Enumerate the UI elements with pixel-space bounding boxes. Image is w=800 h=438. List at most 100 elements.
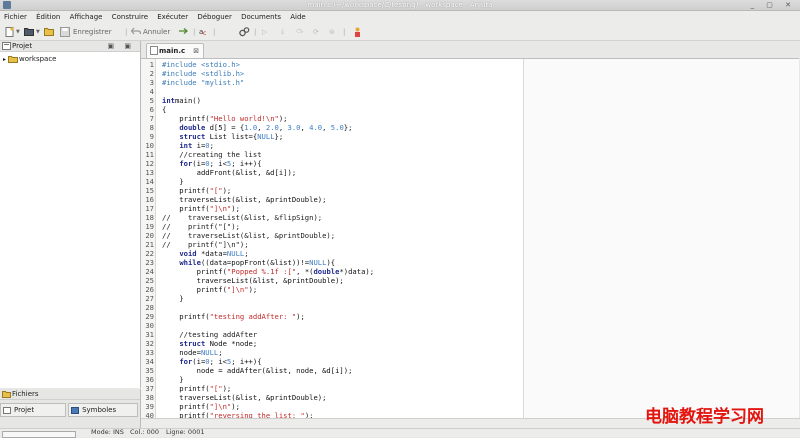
line-number: 27 [145,294,154,303]
find-replace-button[interactable]: ac [199,26,209,37]
menu-executer[interactable]: Exécuter [153,11,191,22]
play-icon: ▷ [262,27,268,36]
line-number: 39 [145,402,154,411]
code-line: node=NULL; [162,348,223,357]
run-to-button[interactable]: ⊜ [329,26,335,37]
code-line: } [162,177,184,186]
undo-icon [131,27,141,35]
redo-icon [179,28,188,34]
separator: | [254,27,257,36]
folder-open-icon [24,28,34,36]
file-icon [150,46,158,55]
code-line: void *data=NULL; [179,249,249,258]
tab-main-c[interactable]: main.c ⊠ [146,43,204,58]
right-margin-area [524,59,799,419]
menu-aide[interactable]: Aide [286,11,308,22]
code-line: #include <stdio.h> [162,60,240,69]
code-line: while((data=popFront(&list))!=NULL){ [179,258,336,267]
gears-icon [239,26,250,36]
code-line: } [162,294,184,303]
expander-icon[interactable]: ▸ [3,56,6,63]
line-number: 28 [145,303,154,312]
line-number: 33 [145,348,154,357]
line-number: 20 [145,231,154,240]
jump-button[interactable] [353,26,362,37]
files-panel-header[interactable]: Fichiers [0,389,140,400]
line-number: 4 [149,87,154,96]
line-number: 35 [145,366,154,375]
code-line: double d[5] = {1.0, 2.0, 3.0, 4.0, 5.0}; [179,123,353,132]
status-line: Ligne: 0001 [166,428,205,436]
menu-bar: Fichier Édition Affichage Construire Exé… [0,11,800,23]
progress-bar [2,431,76,438]
line-number: 32 [145,339,154,348]
build-button[interactable] [239,26,250,37]
editor-area: main.c ⊠ 1 #include <stdio.h> 2 #include <s… [141,41,800,429]
line-number: 1 [149,60,154,69]
code-line: node = addAfter(&list, node, &d[i]); [162,366,353,375]
code-line: traverseList(&list, &printDouble); [162,393,327,402]
line-number: 25 [145,276,154,285]
menu-fichier[interactable]: Fichier [0,11,30,22]
open-button[interactable]: ▼ [24,26,40,37]
separator: | [193,27,196,36]
undo-label: Annuler [143,27,171,36]
code-line: int i=0; [179,141,214,150]
watermark: 电脑教程学习网 [645,407,764,427]
code-line: } [162,375,184,384]
document-tabs: main.c ⊠ [141,41,800,58]
files-panel-title: Fichiers [12,390,39,398]
run-to-icon: ⊜ [329,27,335,36]
step-over-button[interactable]: ⤼ [296,26,303,37]
line-number: 18 [145,213,154,222]
line-number: 38 [145,393,154,402]
code-line: intmain() [162,96,201,105]
step-in-icon: ⤓ [281,27,285,35]
code-editor[interactable]: 1 #include <stdio.h> 2 #include <stdlib.h> 3… [141,58,799,419]
open-recent-button[interactable] [44,26,54,37]
line-number: 17 [145,204,154,213]
toolbar: ▼ ▼ Enregistrer | Annuler | ac | | ▷ ⤓ ⤼… [0,23,800,41]
tab-label: main.c [159,47,186,55]
line-number: 12 [145,159,154,168]
line-number: 22 [145,249,154,258]
code-line: struct Node *node; [179,339,258,348]
undo-button[interactable]: Annuler [131,26,170,37]
code-line: #include "mylist.h" [162,78,245,87]
line-number: 36 [145,375,154,384]
code-line: printf("]\n"); [162,285,258,294]
panel-controls[interactable]: ▣ ▣ [108,42,135,50]
close-icon[interactable]: ⊠ [193,47,199,55]
separator: | [213,27,216,36]
status-column: Col.: 000 [130,428,160,436]
new-file-button[interactable]: ▼ [5,26,20,37]
line-number: 10 [145,141,154,150]
code-line: printf("]\n"); [162,204,240,213]
bottom-tabs: Projet Symboles [0,403,140,417]
menu-documents[interactable]: Documents [237,11,284,22]
tab-symboles[interactable]: Symboles [68,403,138,417]
person-icon [355,27,360,37]
project-panel-header: Projet ▣ ▣ [0,41,140,52]
line-number: 9 [149,132,154,141]
menu-construire[interactable]: Construire [108,11,151,22]
redo-button[interactable] [178,26,188,37]
code-line: //testing addAfter [162,330,258,339]
step-out-icon: ⟳ [313,27,319,36]
code-line: // printf("["); [162,222,240,231]
debug-run-button[interactable]: ▷ [262,26,267,37]
window-title: main.c (~/workspace/C/testing) - workspa… [307,1,493,9]
step-out-button[interactable]: ⟳ [313,26,319,37]
code-line: printf("testing addAfter: "); [162,312,305,321]
menu-edition[interactable]: Édition [32,11,63,22]
code-line: // traverseList(&list, &flipSign); [162,213,323,222]
line-number: 8 [149,123,154,132]
step-in-button[interactable]: ⤓ [281,26,284,37]
save-button[interactable]: Enregistrer [60,26,112,37]
menu-deboguer[interactable]: Déboguer [193,11,235,22]
tree-item-workspace[interactable]: ▸ workspace [3,55,57,63]
window-controls[interactable]: _ ▢ ✕ [751,1,796,9]
tab-projet[interactable]: Projet [0,403,67,417]
menu-affichage[interactable]: Affichage [66,11,106,22]
code-line: for(i=0; i<5; i++){ [179,357,262,366]
